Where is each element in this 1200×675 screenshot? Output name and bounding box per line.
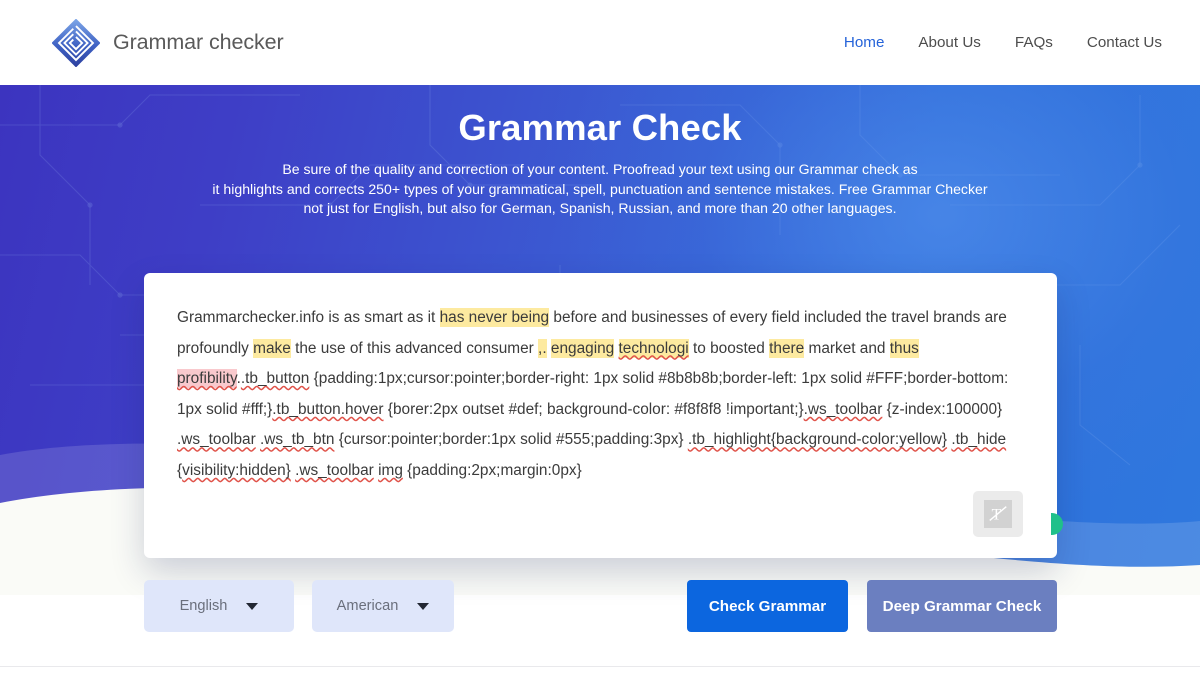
page-bottom-divider — [0, 666, 1200, 667]
text-segment: market and — [804, 339, 890, 357]
flagged-text-segment: make — [253, 338, 291, 358]
flagged-text-segment: profibility — [177, 369, 237, 389]
flagged-text-segment: engaging — [550, 338, 615, 358]
chevron-down-icon — [246, 602, 259, 610]
nav-item-contact-us[interactable]: Contact Us — [1087, 34, 1162, 51]
deep-grammar-check-button[interactable]: Deep Grammar Check — [867, 580, 1057, 632]
flagged-text-segment: .ws_toolbar — [295, 461, 374, 479]
flagged-text-segment: ,. — [538, 338, 547, 358]
nav-item-faqs[interactable]: FAQs — [1015, 34, 1053, 51]
variant-select-value: American — [336, 598, 399, 614]
chevron-down-icon — [417, 602, 430, 610]
flagged-text-segment: visibility:hidden} — [182, 461, 291, 479]
flagged-text-segment: .tb_highlight{background-color:yellow} — [687, 431, 948, 449]
brand-logo[interactable]: Grammar checker — [52, 18, 284, 67]
text-segment: {cursor:pointer;border:1px solid #555;pa… — [334, 431, 688, 449]
hero-subtitle-line-3: not just for English, but also for Germa… — [303, 200, 897, 217]
text-segment: {z-index:100000} — [882, 400, 1007, 418]
brand-name: Grammar checker — [113, 30, 284, 54]
flagged-text-segment: .tb_button.hover — [272, 400, 384, 418]
flagged-text-segment: .ws_toolbar — [177, 431, 256, 449]
nav-item-home[interactable]: Home — [844, 34, 885, 51]
text-tool-button[interactable]: T — [973, 491, 1023, 537]
text-segment: to boosted — [688, 339, 770, 357]
language-select-value: English — [179, 598, 228, 614]
text-segment: {padding:2px;margin:0px} — [402, 461, 582, 479]
flagged-text-segment: .ws_tb_btn — [260, 431, 335, 449]
editor-controls: English American Check Grammar Deep Gram… — [144, 580, 1057, 632]
flagged-text-segment: thus — [889, 338, 919, 358]
hero-subtitle-line-1: Be sure of the quality and correction of… — [282, 161, 918, 177]
language-select[interactable]: English — [144, 580, 294, 632]
flagged-text-segment: .ws_toolbar — [803, 400, 883, 418]
flagged-text-segment: .tb_button — [240, 370, 310, 388]
text-segment: the use of this advanced consumer — [290, 339, 539, 357]
site-header: Grammar checker Home About Us FAQs Conta… — [0, 0, 1200, 85]
hero-subtitle: Be sure of the quality and correction of… — [0, 160, 1200, 219]
diamond-spiral-logo-icon — [52, 18, 100, 67]
flagged-text-segment: img — [378, 461, 403, 479]
variant-select[interactable]: American — [312, 580, 454, 632]
main-nav: Home About Us FAQs Contact Us — [844, 34, 1162, 51]
text-segment: Grammarchecker.info is as smart as it — [177, 309, 440, 326]
flagged-text-segment: technologi — [618, 338, 689, 358]
text-segment — [919, 340, 923, 357]
strikethrough-text-icon: T — [984, 500, 1012, 528]
hero-subtitle-line-2: it highlights and corrects 250+ types of… — [212, 180, 988, 197]
check-grammar-button[interactable]: Check Grammar — [687, 580, 848, 632]
grammar-text-input[interactable]: Grammarchecker.info is as smart as it ha… — [177, 303, 1015, 487]
flagged-text-segment: there — [769, 338, 805, 358]
text-segment: {borer:2px outset #def; background-color… — [383, 400, 804, 418]
page-title: Grammar Check — [458, 107, 742, 148]
grammar-editor-card[interactable]: Grammarchecker.info is as smart as it ha… — [144, 273, 1063, 558]
text-segment — [614, 340, 618, 357]
nav-item-about-us[interactable]: About Us — [918, 34, 980, 51]
flagged-text-segment: has never being — [439, 308, 550, 327]
flagged-text-segment: .tb_hide — [951, 431, 1007, 449]
